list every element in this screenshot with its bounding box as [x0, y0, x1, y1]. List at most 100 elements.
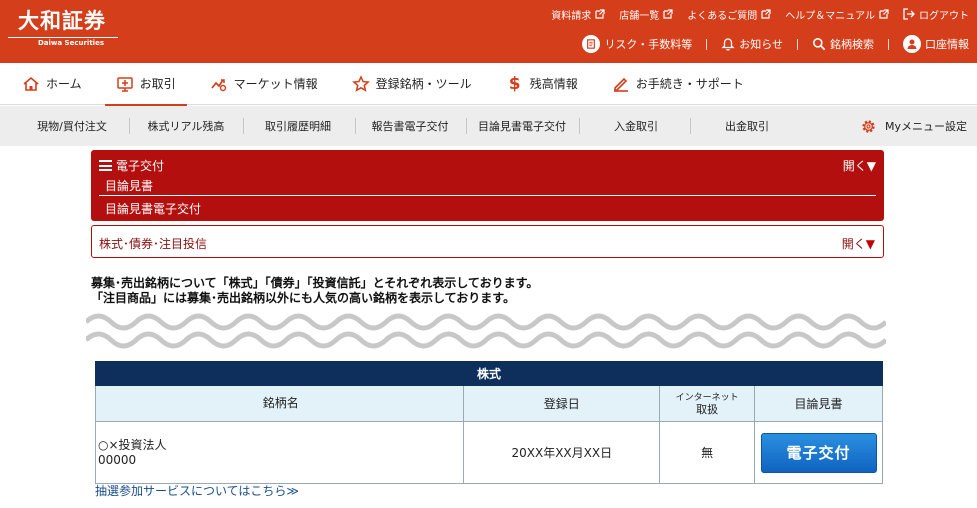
header-prospectus: 目論見書 [754, 385, 883, 422]
nav-watchlist-tools[interactable]: 登録銘柄・ツール [351, 63, 472, 105]
notice-line: 「注目商品」には募集･売出銘柄以外にも人気の高い銘柄を表示しております。 [91, 291, 516, 305]
nav-label: ホーム [46, 77, 82, 91]
notice-text: 募集･売出銘柄について「株式」「債券」「投資信託」とそれぞれ表示しております。 … [91, 276, 538, 306]
top-links: 資料請求 店舗一覧 よくあるご質問 ヘルプ＆マニュアル ログアウト [551, 6, 969, 22]
subnav-realtime-balance[interactable]: 株式リアル残高 [136, 106, 236, 146]
pencil-icon [613, 77, 628, 92]
separator [706, 38, 708, 50]
separator [355, 118, 356, 134]
document-icon [582, 35, 601, 53]
edelivery-panel: 電子交付 開く▼ 目論見書 目論見書電子交付 [91, 150, 884, 221]
logout-link[interactable]: ログアウト [903, 7, 969, 22]
subnav-trade-history[interactable]: 取引履歴明細 [250, 106, 346, 146]
header-name: 銘柄名 [94, 385, 465, 422]
panel-breadcrumb-prospectus: 目論見書 [105, 179, 154, 193]
table-row: ○×投資法人 00000 20XX年XX月XX日 無 電子交付 [94, 421, 883, 484]
category-open-text: 開く [841, 237, 866, 251]
nav-home[interactable]: ホーム [22, 63, 82, 105]
sub-nav: 現物/買付注文 株式リアル残高 取引履歴明細 報告書電子交付 目論見書電子交付 … [0, 106, 977, 146]
sub-link-label: リスク・手数料等 [604, 38, 693, 51]
store-list-link[interactable]: 店舗一覧 [619, 7, 673, 22]
panel-divider [99, 195, 876, 196]
separator [797, 38, 798, 50]
search-icon [813, 38, 826, 51]
internet-handling: 無 [659, 421, 756, 484]
trade-icon [116, 76, 133, 92]
panel-title-text: 電子交付 [116, 159, 165, 173]
header-internet-top: インターネット [675, 392, 739, 403]
header-internet-bottom: 取扱 [696, 402, 719, 416]
subnav-withdrawal[interactable]: 出金取引 [697, 106, 797, 146]
notices-link[interactable]: お知らせ [721, 36, 783, 52]
stock-code: 00000 [98, 452, 137, 467]
top-link-label: よくあるご質問 [687, 10, 758, 22]
help-manual-link[interactable]: ヘルプ＆マニュアル [785, 7, 889, 22]
separator [888, 38, 889, 50]
dollar-icon: $ [508, 73, 521, 94]
external-link-icon [761, 9, 771, 19]
nav-label: お手続き・サポート [635, 77, 744, 91]
subnav-report-edelivery[interactable]: 報告書電子交付 [362, 106, 458, 146]
header: 大和証券 Daiwa Securities 資料請求 店舗一覧 よくあるご質問 … [0, 0, 977, 63]
account-info-link[interactable]: 口座情報 [903, 35, 969, 53]
top-link-label: 資料請求 [551, 10, 592, 22]
nav-balance[interactable]: $ 残高情報 [506, 63, 578, 105]
separator [466, 118, 467, 134]
logo-subtext: Daiwa Securities [38, 39, 104, 47]
stock-search-link[interactable]: 銘柄検索 [812, 36, 874, 52]
panel-breadcrumb-edelivery: 目論見書電子交付 [105, 202, 202, 216]
sub-link-label: 口座情報 [925, 38, 969, 51]
header-date: 登録日 [463, 385, 661, 422]
chart-icon [210, 78, 226, 91]
panel-title[interactable]: 電子交付 [99, 157, 164, 174]
bell-icon [721, 38, 735, 51]
prospectus-cell: 電子交付 [754, 421, 883, 484]
nav-trade[interactable]: お取引 [104, 63, 187, 106]
chevron-down-icon: ▼ [865, 237, 875, 251]
top-link-label: ログアウト [919, 10, 969, 22]
logo-text: 大和証券 [18, 8, 106, 33]
daiwa-logo[interactable]: 大和証券 Daiwa Securities [8, 8, 120, 48]
faq-link[interactable]: よくあるご質問 [687, 7, 771, 22]
edelivery-button[interactable]: 電子交付 [760, 432, 877, 473]
home-icon [23, 76, 39, 91]
notice-line: 募集･売出銘柄について「株式」「債券」「投資信託」とそれぞれ表示しております。 [91, 276, 539, 290]
risk-fee-link[interactable]: リスク・手数料等 [582, 35, 692, 53]
subnav-spot-order[interactable]: 現物/買付注文 [22, 106, 122, 146]
top-link-label: ヘルプ＆マニュアル [785, 10, 875, 22]
stock-name: ○×投資法人 [98, 437, 167, 452]
nav-label: マーケット情報 [233, 77, 318, 91]
nav-label: 登録銘柄・ツール [375, 77, 472, 91]
nav-support[interactable]: お手続き・サポート [612, 63, 744, 105]
nav-label: お取引 [139, 77, 176, 91]
wavy-divider [86, 313, 886, 349]
nav-label: 残高情報 [529, 77, 578, 91]
subnav-prospectus-edelivery[interactable]: 目論見書電子交付 [470, 106, 574, 146]
subnav-deposit[interactable]: 入金取引 [586, 106, 686, 146]
nav-market[interactable]: マーケット情報 [210, 63, 318, 105]
my-menu-settings[interactable]: Myメニュー設定 [860, 106, 967, 146]
main-nav: ホーム お取引 マーケット情報 登録銘柄・ツール $ 残高情報 お手続き・サポー… [0, 63, 977, 106]
star-icon [351, 74, 370, 92]
category-label: 株式･債券･注目投信 [99, 237, 208, 251]
external-link-icon [879, 9, 889, 19]
category-panel: 株式･債券･注目投信 開く▼ [91, 225, 884, 258]
category-open-toggle[interactable]: 開く▼ [842, 235, 875, 252]
my-menu-label: Myメニュー設定 [884, 120, 967, 133]
panel-open-toggle[interactable]: 開く▼ [843, 157, 876, 174]
sub-link-label: お知らせ [739, 38, 783, 51]
user-icon [903, 35, 921, 53]
header-internet: インターネット 取扱 [659, 385, 756, 422]
registration-date: 20XX年XX月XX日 [463, 421, 661, 484]
logout-icon [903, 8, 915, 20]
separator [243, 118, 244, 134]
lottery-service-link[interactable]: 抽選参加サービスについてはこちら≫ [95, 482, 299, 499]
header-sub-links: リスク・手数料等 お知らせ 銘柄検索 口座情報 [582, 34, 969, 54]
separator [579, 118, 580, 134]
menu-icon [99, 160, 112, 171]
sub-link-label: 銘柄検索 [830, 38, 874, 51]
separator [129, 118, 130, 134]
logo-divider [8, 37, 118, 38]
request-docs-link[interactable]: 資料請求 [551, 7, 605, 22]
separator [690, 118, 691, 134]
